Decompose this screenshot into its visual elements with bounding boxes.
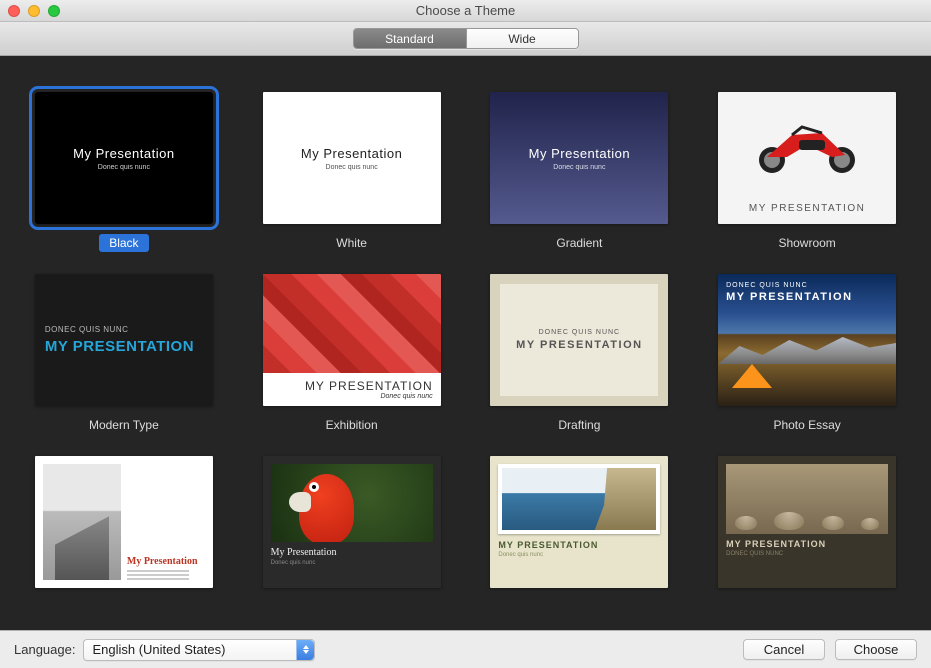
slide-subtitle: Donec quis nunc (498, 552, 660, 558)
theme-photo-essay[interactable]: DONEC QUIS NUNC MY PRESENTATION Photo Es… (717, 274, 897, 434)
theme-white[interactable]: My Presentation Donec quis nunc White (262, 92, 442, 252)
theme-thumbnail: MY PRESENTATION Donec quis nunc (490, 456, 668, 588)
sea-cliff-photo-icon (498, 464, 660, 534)
slide-subtitle: Donec quis nunc (98, 164, 150, 171)
theme-exhibition[interactable]: MY PRESENTATION Donec quis nunc Exhibiti… (262, 274, 442, 434)
theme-thumbnail: MY PRESENTATION DONEC QUIS NUNC (718, 456, 896, 588)
pottery-photo-icon (726, 464, 888, 534)
titlebar: Choose a Theme (0, 0, 931, 22)
slide-subtitle: Donec quis nunc (271, 393, 433, 400)
language-select[interactable]: English (United States) (83, 639, 315, 661)
theme-row3-1[interactable]: My Presentation (34, 456, 214, 588)
theme-label: Modern Type (79, 416, 169, 434)
slide-eyebrow: DONEC QUIS NUNC (726, 282, 888, 289)
slide-eyebrow: DONEC QUIS NUNC (45, 325, 213, 334)
theme-label: White (326, 234, 377, 252)
slide-eyebrow: DONEC QUIS NUNC (539, 329, 621, 336)
bottom-bar: Language: English (United States) Cancel… (0, 630, 931, 668)
bridge-photo-icon (43, 464, 121, 580)
slide-title: My Presentation (73, 146, 174, 161)
segment-wide[interactable]: Wide (466, 29, 578, 48)
segment-standard[interactable]: Standard (354, 29, 466, 48)
slide-title: MY PRESENTATION (718, 197, 896, 224)
slide-title: My Presentation (127, 556, 205, 567)
theme-black[interactable]: My Presentation Donec quis nunc Black (34, 92, 214, 252)
theme-thumbnail: My Presentation Donec quis nunc (263, 456, 441, 588)
language-label: Language: (14, 642, 75, 657)
slide-title: MY PRESENTATION (516, 339, 642, 351)
slide-title: MY PRESENTATION (498, 540, 660, 550)
slide-subtitle: Donec quis nunc (271, 560, 433, 566)
slide-subtitle: DONEC QUIS NUNC (726, 551, 888, 557)
abstract-art-icon (263, 274, 441, 373)
theme-row3-2[interactable]: My Presentation Donec quis nunc (262, 456, 442, 588)
theme-label: Photo Essay (763, 416, 850, 434)
dropdown-chevron-icon (296, 640, 314, 660)
tent-icon (732, 364, 772, 388)
theme-label: Drafting (548, 416, 610, 434)
theme-thumbnail: DONEC QUIS NUNC MY PRESENTATION (718, 274, 896, 406)
theme-label: Exhibition (316, 416, 388, 434)
slide-title: My Presentation (529, 146, 630, 161)
slide-title: MY PRESENTATION (45, 338, 213, 355)
theme-modern-type[interactable]: DONEC QUIS NUNC MY PRESENTATION Modern T… (34, 274, 214, 434)
theme-thumbnail: My Presentation Donec quis nunc (35, 92, 213, 224)
theme-label: Black (99, 234, 148, 252)
slide-title: My Presentation (271, 547, 433, 558)
slide-title: MY PRESENTATION (271, 379, 433, 393)
theme-drafting[interactable]: DONEC QUIS NUNC MY PRESENTATION Drafting (490, 274, 670, 434)
parrot-photo-icon (271, 464, 433, 542)
theme-gradient[interactable]: My Presentation Donec quis nunc Gradient (490, 92, 670, 252)
toolbar: Standard Wide (0, 22, 931, 56)
theme-thumbnail: MY PRESENTATION (718, 92, 896, 224)
slide-title: My Presentation (301, 146, 402, 161)
aspect-ratio-segment: Standard Wide (353, 28, 579, 49)
theme-thumbnail: My Presentation (35, 456, 213, 588)
slide-subtitle: Donec quis nunc (553, 164, 605, 171)
theme-label: Showroom (768, 234, 845, 252)
theme-row3-3[interactable]: MY PRESENTATION Donec quis nunc (490, 456, 670, 588)
theme-thumbnail: My Presentation Donec quis nunc (490, 92, 668, 224)
choose-button[interactable]: Choose (835, 639, 917, 660)
theme-label: Gradient (546, 234, 612, 252)
motorcycle-icon (718, 92, 896, 197)
theme-thumbnail: MY PRESENTATION Donec quis nunc (263, 274, 441, 406)
slide-subtitle: Donec quis nunc (326, 164, 378, 171)
language-value: English (United States) (92, 642, 225, 657)
theme-thumbnail: DONEC QUIS NUNC MY PRESENTATION (490, 274, 668, 406)
cancel-button[interactable]: Cancel (743, 639, 825, 660)
theme-showroom[interactable]: MY PRESENTATION Showroom (717, 92, 897, 252)
window-title: Choose a Theme (0, 3, 931, 18)
theme-thumbnail: My Presentation Donec quis nunc (263, 92, 441, 224)
placeholder-lines-icon (127, 570, 205, 580)
theme-thumbnail: DONEC QUIS NUNC MY PRESENTATION (35, 274, 213, 406)
mountain-icon (718, 334, 896, 364)
slide-title: MY PRESENTATION (726, 539, 888, 549)
theme-row3-4[interactable]: MY PRESENTATION DONEC QUIS NUNC (717, 456, 897, 588)
slide-title: MY PRESENTATION (726, 291, 888, 303)
theme-grid: My Presentation Donec quis nunc Black My… (0, 56, 931, 630)
